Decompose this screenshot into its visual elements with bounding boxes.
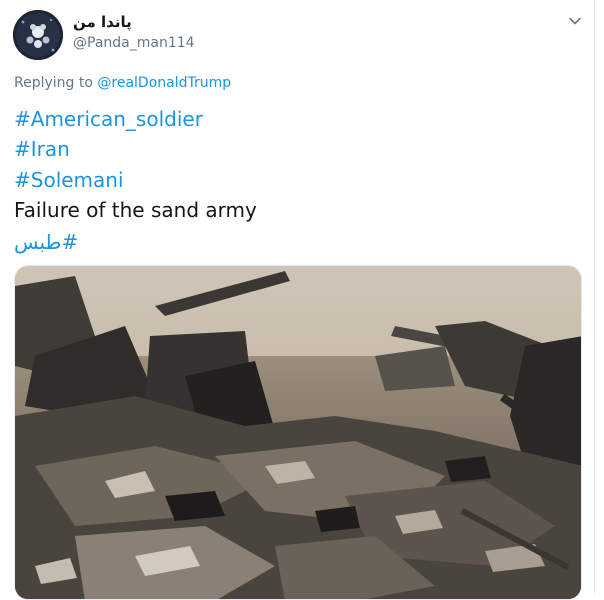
tweet-card: پاندا من @Panda_man114 Replying to @real… bbox=[0, 0, 595, 600]
hashtag-link-tabas[interactable]: طبس# bbox=[14, 229, 78, 255]
reply-target-link[interactable]: @realDonaldTrump bbox=[97, 75, 231, 91]
tweet-media-photo[interactable] bbox=[14, 265, 582, 600]
hashtag-link-american-soldier[interactable]: #American_soldier bbox=[14, 106, 203, 132]
avatar-image bbox=[13, 10, 63, 60]
hashtag-link-iran[interactable]: #Iran bbox=[14, 136, 70, 162]
tweet-text: Failure of the sand army bbox=[14, 198, 257, 222]
avatar[interactable] bbox=[13, 10, 63, 60]
wreckage-photo bbox=[15, 266, 581, 599]
chevron-down-icon[interactable] bbox=[566, 12, 584, 30]
author-handle[interactable]: @Panda_man114 bbox=[73, 35, 195, 51]
replying-to: Replying to @realDonaldTrump bbox=[14, 75, 231, 91]
hashtag-link-solemani[interactable]: #Solemani bbox=[14, 167, 124, 193]
replying-to-label: Replying to bbox=[14, 75, 93, 91]
author-display-name[interactable]: پاندا من bbox=[73, 13, 132, 31]
